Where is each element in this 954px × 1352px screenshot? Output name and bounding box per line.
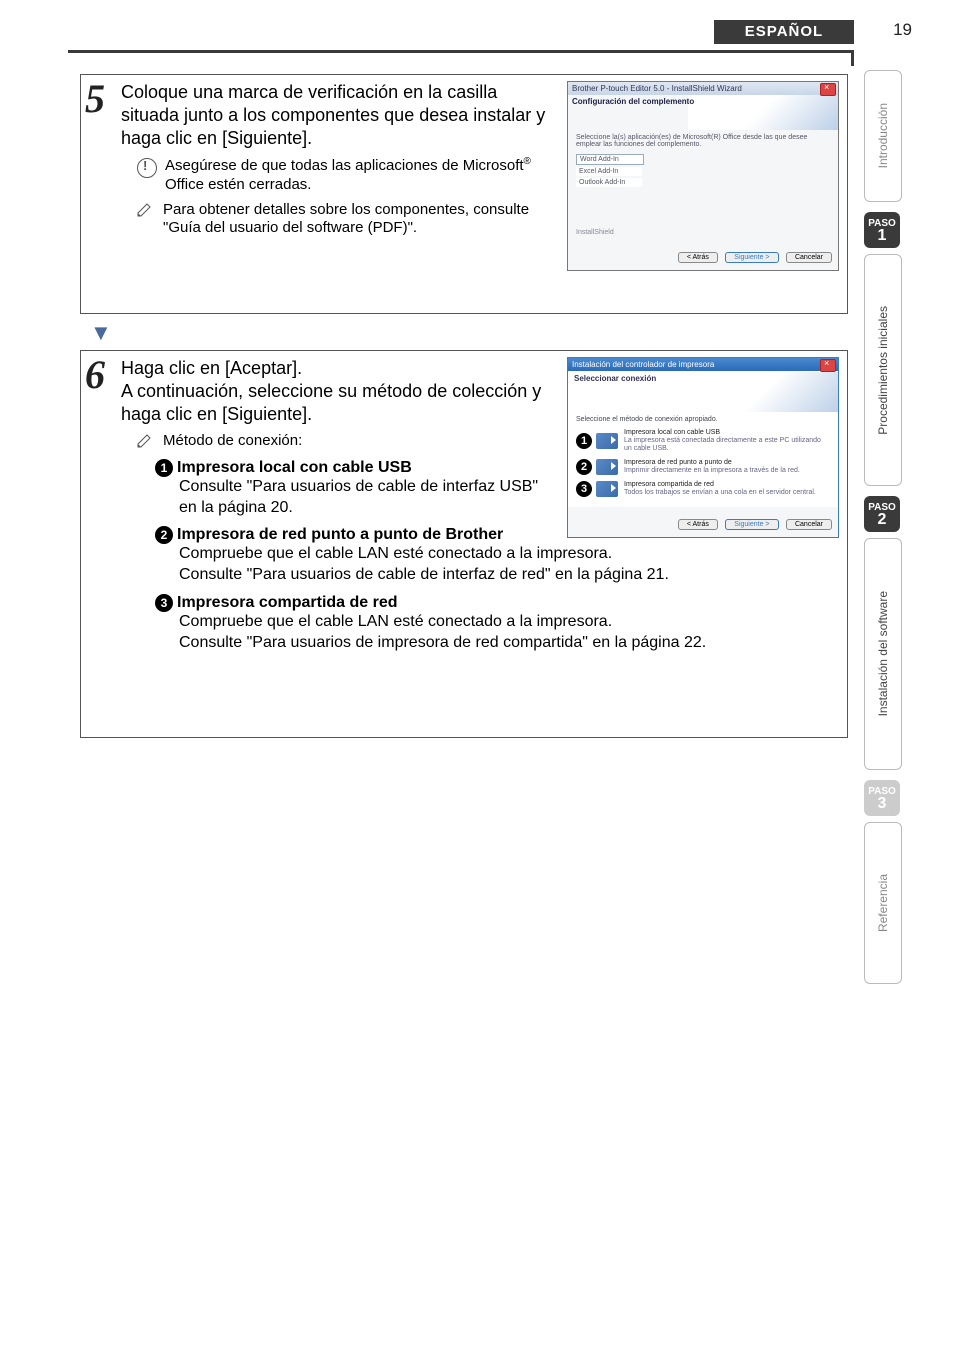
method-3-body-1: Compruebe que el cable LAN esté conectad…: [179, 612, 837, 633]
pencil-icon: [137, 203, 155, 217]
badge-2-icon: 2: [576, 459, 592, 475]
step-5-note-1: Asegúrese de que todas las aplicaciones …: [165, 156, 551, 195]
tab-label: Procedimientos iniciales: [876, 296, 890, 445]
header-rule: [68, 50, 854, 53]
paso-1-badge: PASO1: [864, 212, 900, 248]
next-button[interactable]: Siguiente >: [725, 252, 778, 263]
tab-label: Introducción: [876, 93, 890, 178]
tab-label: Instalación del software: [876, 581, 890, 726]
tab-referencia[interactable]: Referencia: [864, 822, 902, 984]
step-6-line-1: Haga clic en [Aceptar].: [121, 357, 551, 380]
method-2-body-2: Consulte "Para usuarios de cable de inte…: [179, 565, 837, 586]
ss2-title: Instalación del controlador de impresora: [572, 360, 714, 369]
paso-num: 3: [878, 797, 887, 811]
badge-3-icon: 3: [576, 481, 592, 497]
tab-procedimientos[interactable]: Procedimientos iniciales: [864, 254, 902, 486]
header-rule-end: [851, 50, 854, 66]
conn-option-2[interactable]: 2 Impresora de red punto a punto deImpri…: [576, 459, 830, 475]
ss-opt-excel[interactable]: Excel Add-In: [576, 167, 642, 176]
ss-gradient: [688, 372, 838, 412]
method-1-body: Consulte "Para usuarios de cable de inte…: [179, 477, 549, 519]
next-button[interactable]: Siguiente >: [725, 519, 778, 530]
method-2-title: Impresora de red punto a punto de Brothe…: [177, 526, 503, 544]
step-5-text: Coloque una marca de verificación en la …: [121, 81, 551, 150]
badge-1-icon: 1: [155, 459, 173, 477]
badge-3-icon: 3: [155, 594, 173, 612]
step-5-box: 5 Coloque una marca de verificación en l…: [80, 74, 848, 314]
page-number: 19: [893, 20, 912, 40]
tab-introduccion[interactable]: Introducción: [864, 70, 902, 202]
ss-opt-word[interactable]: Word Add-In: [576, 154, 644, 165]
method-3-title: Impresora compartida de red: [177, 594, 398, 612]
pencil-icon: [137, 434, 155, 448]
step-6-number: 6: [85, 351, 105, 398]
step-6-note: Método de conexión:: [163, 432, 302, 451]
ss-desc: Seleccione la(s) aplicación(es) de Micro…: [576, 134, 830, 148]
tab-label: Referencia: [876, 864, 890, 942]
step-5-note-2: Para obtener detalles sobre los componen…: [163, 201, 551, 239]
connection-icon: [596, 459, 618, 475]
close-icon[interactable]: [820, 83, 836, 96]
step-6-box: 6 Haga clic en [Aceptar]. A continuación…: [80, 350, 848, 738]
method-2-body-1: Compruebe que el cable LAN esté conectad…: [179, 544, 837, 565]
back-button[interactable]: < Atrás: [678, 519, 718, 530]
cancel-button[interactable]: Cancelar: [786, 519, 832, 530]
warning-icon: [137, 158, 157, 178]
conn-option-3[interactable]: 3 Impresora compartida de redTodos los t…: [576, 481, 830, 497]
connection-icon: [596, 481, 618, 497]
ss-group: InstallShield: [576, 229, 830, 236]
ss-gradient: [688, 90, 838, 130]
language-badge: ESPAÑOL: [714, 20, 854, 44]
arrow-down-icon: ▼: [90, 320, 848, 346]
paso-num: 2: [878, 513, 887, 527]
badge-1-icon: 1: [576, 433, 592, 449]
cancel-button[interactable]: Cancelar: [786, 252, 832, 263]
step-6-screenshot: Instalación del controlador de impresora…: [567, 357, 839, 538]
ss-title: Brother P-touch Editor 5.0 - InstallShie…: [572, 84, 742, 93]
ss-opt-outlook[interactable]: Outlook Add-In: [576, 178, 642, 187]
side-tabs: Introducción PASO1 Procedimientos inicia…: [864, 70, 924, 994]
conn-option-1[interactable]: 1 Impresora local con cable USBLa impres…: [576, 429, 830, 453]
connection-icon: [596, 433, 618, 449]
paso-num: 1: [878, 229, 887, 243]
method-1-title: Impresora local con cable USB: [177, 459, 412, 477]
ss2-desc: Seleccione el método de conexión apropia…: [576, 416, 830, 423]
close-icon[interactable]: [820, 359, 836, 372]
paso-3-badge: PASO3: [864, 780, 900, 816]
paso-2-badge: PASO2: [864, 496, 900, 532]
tab-instalacion[interactable]: Instalación del software: [864, 538, 902, 770]
badge-2-icon: 2: [155, 526, 173, 544]
back-button[interactable]: < Atrás: [678, 252, 718, 263]
step-6-line-2: A continuación, seleccione su método de …: [121, 380, 551, 426]
step-5-screenshot: Brother P-touch Editor 5.0 - InstallShie…: [567, 81, 839, 271]
step-5-number: 5: [85, 75, 105, 122]
method-3-body-2: Consulte "Para usuarios de impresora de …: [179, 633, 837, 654]
